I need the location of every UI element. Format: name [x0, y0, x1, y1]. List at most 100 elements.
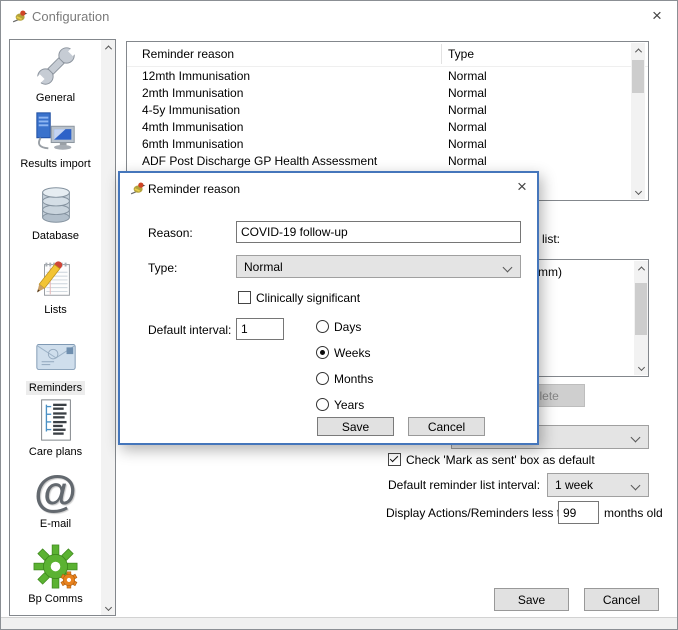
default-interval-value: 1 week [555, 478, 593, 492]
default-interval-combobox[interactable]: 1 week [547, 473, 649, 497]
sidebar-item-reminders[interactable]: Reminders [10, 332, 101, 395]
cell-type: Normal [448, 120, 487, 134]
dialog-save-button[interactable]: Save [317, 417, 394, 436]
cell-type: Normal [448, 86, 487, 100]
dialog-title: Reminder reason [148, 182, 240, 196]
radio-months-label: Months [334, 372, 373, 386]
cell-reason: 4mth Immunisation [142, 120, 243, 134]
cell-type: Normal [448, 154, 487, 168]
cell-reason: 2mth Immunisation [142, 86, 243, 100]
scroll-down-icon[interactable] [631, 184, 645, 199]
notepad-pencil-icon [10, 254, 101, 302]
table-row[interactable]: ADF Post Discharge GP Health Assessment … [127, 152, 648, 169]
sidebar-item-results-import[interactable]: Results import [10, 108, 101, 171]
sidebar: General Results import [9, 39, 116, 616]
window-titlebar: Configuration × [1, 1, 677, 31]
reason-label: Reason: [148, 226, 193, 240]
reminder-list-label-fragment: list: [542, 232, 560, 246]
cell-reason: 12mth Immunisation [142, 69, 250, 83]
mark-as-sent-checkbox[interactable] [388, 453, 401, 466]
default-interval-label: Default reminder list interval: [388, 478, 540, 492]
display-reminders-prefix: Display Actions/Reminders less than [386, 506, 580, 520]
radio-years-label: Years [334, 398, 364, 412]
table-scrollbar[interactable] [631, 43, 645, 199]
chevron-down-icon [631, 433, 641, 443]
wrench-icon [10, 42, 101, 90]
dialog-cancel-button[interactable]: Cancel [408, 417, 485, 436]
listbox-item-fragment: mm) [538, 265, 562, 279]
database-icon [10, 180, 101, 228]
clinically-significant-label: Clinically significant [256, 291, 360, 305]
sidebar-item-email[interactable]: @ E-mail [10, 468, 101, 531]
type-combobox[interactable]: Normal [236, 255, 521, 278]
radio-months[interactable] [316, 372, 329, 385]
dialog-logo-icon [129, 180, 146, 197]
cell-reason: ADF Post Discharge GP Health Assessment [142, 154, 377, 168]
scroll-up-icon[interactable] [631, 43, 645, 58]
scroll-up-icon[interactable] [634, 261, 648, 276]
scrollbar-thumb[interactable] [632, 60, 644, 93]
sidebar-item-label: Bp Comms [25, 592, 85, 606]
cell-type: Normal [448, 137, 487, 151]
sidebar-item-label: Results import [17, 157, 93, 171]
at-sign-icon: @ [10, 468, 101, 516]
column-divider [441, 44, 442, 64]
save-button[interactable]: Save [494, 588, 569, 611]
months-old-input[interactable]: 99 [558, 501, 599, 524]
cell-type: Normal [448, 103, 487, 117]
default-interval-input[interactable]: 1 [236, 318, 284, 340]
scroll-down-icon[interactable] [634, 360, 648, 375]
column-header-reason[interactable]: Reminder reason [142, 47, 234, 61]
table-header: Reminder reason Type [127, 42, 648, 66]
radio-weeks-label: Weeks [334, 346, 370, 360]
listbox-scrollbar[interactable] [634, 261, 648, 375]
type-value: Normal [244, 260, 283, 274]
sidebar-item-label: Care plans [26, 445, 85, 459]
chevron-down-icon [503, 263, 513, 273]
sidebar-item-label: E-mail [37, 517, 74, 531]
window-title: Configuration [32, 9, 109, 24]
mark-as-sent-label: Check 'Mark as sent' box as default [406, 453, 595, 467]
sidebar-item-label: Database [29, 229, 82, 243]
sidebar-item-label: Reminders [26, 381, 85, 395]
scrollbar-thumb[interactable] [635, 283, 647, 335]
cell-type: Normal [448, 69, 487, 83]
gears-icon [10, 543, 101, 591]
table-row[interactable]: 4mth Immunisation Normal [127, 118, 648, 135]
computer-import-icon [10, 108, 101, 156]
radio-weeks[interactable] [316, 346, 329, 359]
clinically-significant-checkbox[interactable] [238, 291, 251, 304]
sidebar-scrollbar[interactable] [101, 40, 115, 615]
cancel-button[interactable]: Cancel [584, 588, 659, 611]
default-interval-label: Default interval: [148, 323, 231, 337]
cell-reason: 4-5y Immunisation [142, 103, 240, 117]
table-row[interactable]: 12mth Immunisation Normal [127, 67, 648, 84]
reason-input[interactable]: COVID-19 follow-up [236, 221, 521, 243]
cell-reason: 6mth Immunisation [142, 137, 243, 151]
radio-days[interactable] [316, 320, 329, 333]
sidebar-item-bp-comms[interactable]: Bp Comms [10, 543, 101, 606]
table-row[interactable]: 4-5y Immunisation Normal [127, 101, 648, 118]
dialog-close-icon[interactable]: × [517, 178, 527, 195]
sidebar-item-lists[interactable]: Lists [10, 254, 101, 317]
app-logo-icon [11, 8, 28, 25]
sidebar-item-label: General [33, 91, 78, 105]
configuration-window: Configuration × General [0, 0, 678, 630]
column-header-type[interactable]: Type [448, 47, 474, 61]
display-reminders-suffix: months old [604, 506, 663, 520]
type-label: Type: [148, 261, 177, 275]
sidebar-item-care-plans[interactable]: Care plans [10, 396, 101, 459]
sidebar-item-general[interactable]: General [10, 42, 101, 105]
radio-years[interactable] [316, 398, 329, 411]
sidebar-item-database[interactable]: Database [10, 180, 101, 243]
sidebar-item-label: Lists [41, 303, 70, 317]
scroll-up-icon[interactable] [101, 40, 115, 55]
envelope-icon [10, 332, 101, 380]
scroll-down-icon[interactable] [101, 600, 115, 615]
radio-days-label: Days [334, 320, 361, 334]
table-row[interactable]: 6mth Immunisation Normal [127, 135, 648, 152]
care-plan-icon [10, 396, 101, 444]
window-bottom-strip [1, 617, 677, 630]
table-row[interactable]: 2mth Immunisation Normal [127, 84, 648, 101]
window-close-icon[interactable]: × [652, 7, 662, 24]
